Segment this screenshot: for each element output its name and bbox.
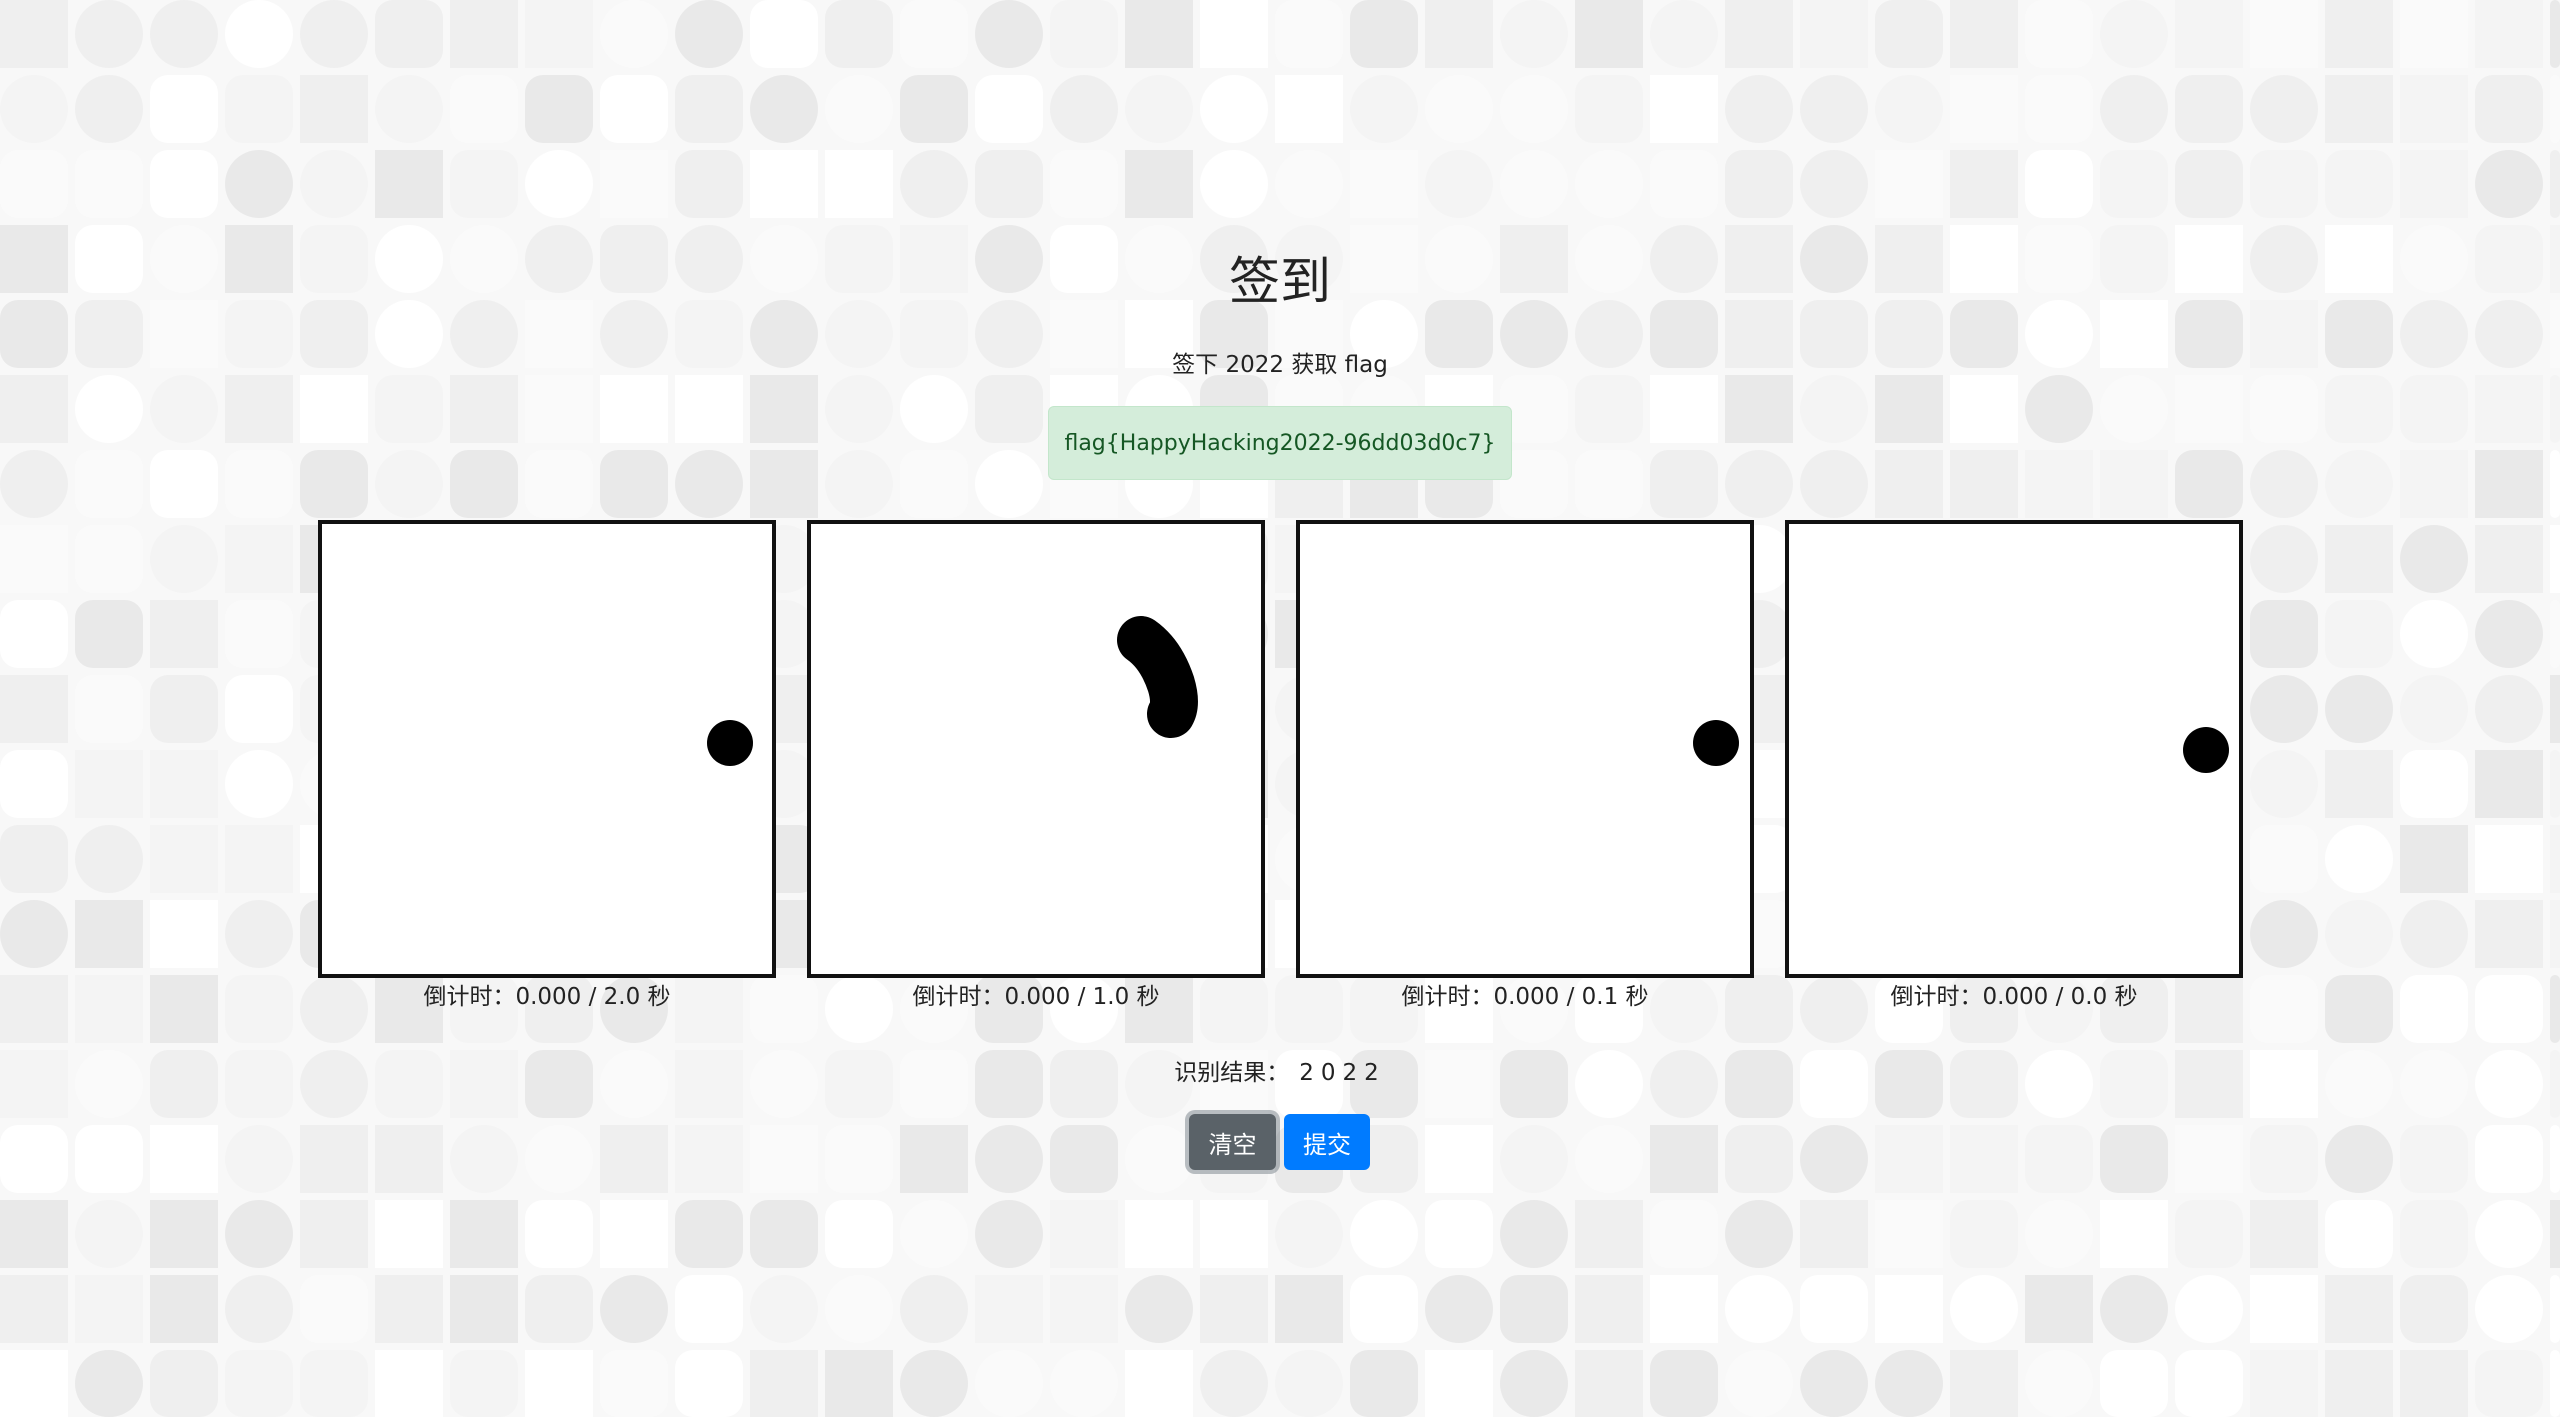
drawing-canvas-4[interactable] (1785, 520, 2243, 978)
flag-alert: flag{HappyHacking2022-96dd03d0c7} (1048, 406, 1512, 480)
countdown-label-3: 倒计时：0.000 / 0.1 秒 (1401, 984, 1649, 1010)
canvas-3-ink-stroke (1693, 720, 1739, 766)
submit-button[interactable]: 提交 (1284, 1114, 1370, 1170)
clear-button[interactable]: 清空 (1189, 1114, 1276, 1170)
canvas-1-stroke-area[interactable] (322, 524, 772, 974)
countdown-label-2: 倒计时：0.000 / 1.0 秒 (912, 984, 1160, 1010)
canvas-4-ink-stroke (2183, 727, 2229, 773)
canvas-2-stroke-area[interactable] (811, 524, 1261, 974)
drawing-canvas-1[interactable] (318, 520, 776, 978)
page-content: 签到 签下 2022 获取 flag flag{HappyHacking2022… (0, 0, 2560, 1417)
canvas-1-ink-stroke (707, 720, 753, 766)
page-title: 签到 (1228, 253, 1331, 312)
drawing-canvas-3[interactable] (1296, 520, 1754, 978)
recognition-value: 2022 (1299, 1060, 1386, 1086)
countdown-label-1: 倒计时：0.000 / 2.0 秒 (423, 984, 671, 1010)
recognition-label: 识别结果： (1174, 1060, 1290, 1086)
drawing-canvas-2[interactable] (807, 520, 1265, 978)
countdown-label-4: 倒计时：0.000 / 0.0 秒 (1890, 984, 2138, 1010)
page-subtitle: 签下 2022 获取 flag (1172, 352, 1388, 378)
canvas-4-stroke-area[interactable] (1789, 524, 2239, 974)
canvas-3-stroke-area[interactable] (1300, 524, 1750, 974)
recognition-result: 识别结果： 2022 (0, 1056, 2560, 1090)
canvas-2-ink-stroke (1117, 616, 1198, 738)
